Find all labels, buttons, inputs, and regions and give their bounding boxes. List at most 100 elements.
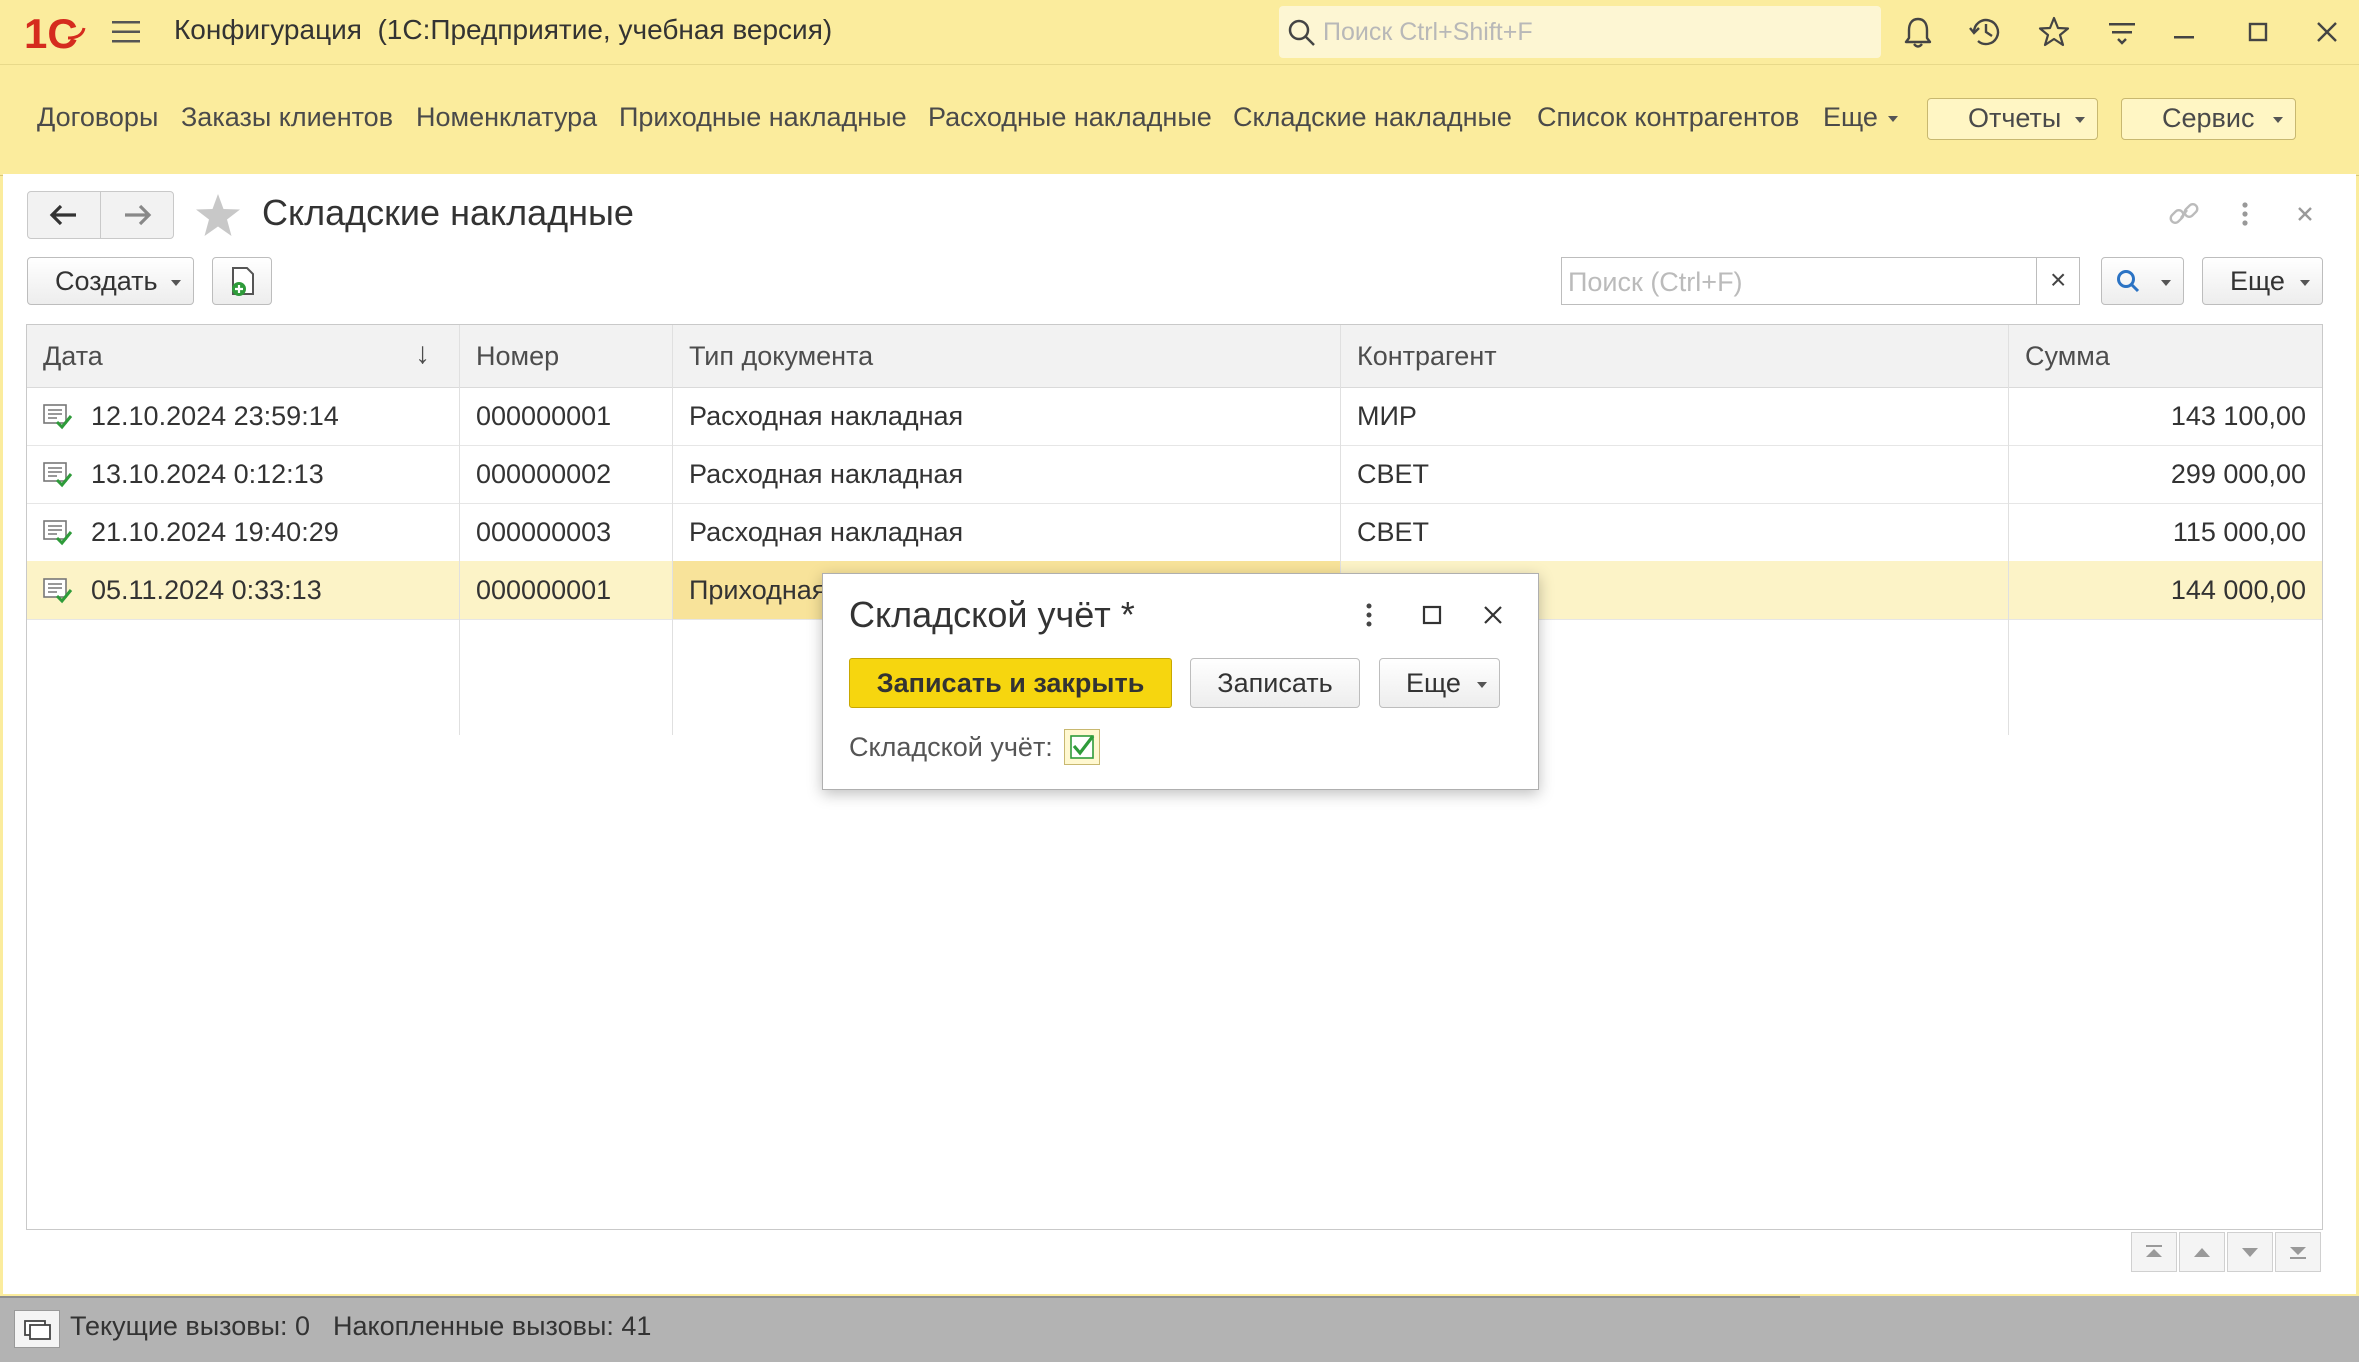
create-button[interactable]: Создать — [27, 257, 194, 305]
column-header-number[interactable]: Номер — [476, 341, 559, 372]
chevron-down-icon — [2300, 280, 2310, 286]
cell-sum: 115 000,00 — [2172, 517, 2306, 547]
column-separator — [459, 325, 460, 735]
table-row[interactable]: 13.10.2024 0:12:13 000000002 Расходная н… — [27, 445, 2322, 504]
close-form-icon[interactable] — [2289, 198, 2321, 230]
logo-text: 1С — [24, 10, 78, 56]
form-title: Складские накладные — [262, 192, 634, 233]
column-header-doc-type[interactable]: Тип документа — [689, 341, 873, 372]
link-icon[interactable] — [2164, 198, 2204, 230]
cell-number: 000000003 — [476, 517, 612, 547]
section-link-counterparties[interactable]: Список контрагентов — [1537, 102, 1799, 133]
reports-button[interactable]: Отчеты — [1927, 98, 2098, 140]
search-options-button[interactable] — [2101, 257, 2184, 305]
cell-date: 21.10.2024 19:40:29 — [91, 517, 339, 547]
accumulated-calls-text: Накопленные вызовы: 41 — [333, 1311, 652, 1341]
column-header-counterparty[interactable]: Контрагент — [1357, 341, 1497, 372]
minimize-icon[interactable] — [2166, 14, 2202, 50]
posted-document-icon — [43, 520, 73, 546]
chevron-down-icon — [2075, 117, 2085, 123]
back-button[interactable] — [27, 191, 101, 239]
section-link-warehouse-invoices[interactable]: Складские накладные — [1233, 102, 1512, 133]
forward-button[interactable] — [100, 191, 174, 239]
create-label: Создать — [55, 266, 158, 296]
scroll-top-icon — [2146, 1245, 2162, 1257]
favorite-star-icon[interactable] — [194, 192, 242, 238]
cell-date: 12.10.2024 23:59:14 — [91, 401, 339, 431]
global-search-placeholder: Поиск Ctrl+Shift+F — [1323, 18, 1533, 46]
arrow-right-icon — [125, 204, 152, 226]
save-and-close-button[interactable]: Записать и закрыть — [849, 658, 1172, 708]
section-link-incoming-invoices[interactable]: Приходные накладные — [619, 102, 907, 133]
checkmark-icon — [1070, 735, 1095, 759]
bell-icon[interactable] — [1900, 14, 1936, 50]
clear-icon: × — [2050, 264, 2067, 295]
hamburger-menu-icon[interactable] — [110, 18, 142, 46]
chevron-down-icon — [2161, 280, 2171, 286]
scroll-down-icon — [2242, 1248, 2258, 1257]
checkbox-label: Складской учёт: — [849, 732, 1053, 762]
save-label: Записать — [1217, 668, 1333, 698]
dialog-more-button[interactable]: Еще — [1379, 658, 1500, 708]
cell-counterparty: МИР — [1357, 401, 1417, 431]
section-more-menu[interactable]: Еще — [1823, 102, 1898, 133]
scroll-down-button[interactable] — [2227, 1232, 2273, 1272]
filter-menu-icon[interactable] — [2104, 14, 2140, 50]
cell-sum: 299 000,00 — [2170, 459, 2306, 489]
close-window-icon[interactable] — [2309, 14, 2345, 50]
cell-doc-type: Расходная накладная — [689, 459, 964, 489]
sort-descending-icon[interactable]: ↓ — [415, 337, 430, 371]
cell-doc-type: Приходная — [689, 575, 827, 605]
more-button[interactable]: Еще — [2202, 257, 2323, 305]
status-panel-button[interactable] — [14, 1310, 60, 1348]
dialog-title: Складской учёт * — [849, 594, 1135, 635]
list-search-placeholder: Поиск (Ctrl+F) — [1568, 267, 1743, 297]
clear-search-button[interactable]: × — [2036, 257, 2080, 305]
section-link-outgoing-invoices[interactable]: Расходные накладные — [928, 102, 1212, 133]
more-label: Еще — [2230, 266, 2285, 296]
cell-number: 000000002 — [476, 459, 612, 489]
column-header-sum[interactable]: Сумма — [2025, 341, 2110, 372]
more-actions-icon[interactable] — [2230, 198, 2260, 230]
chevron-down-icon — [171, 280, 181, 286]
scroll-up-button[interactable] — [2179, 1232, 2225, 1272]
app-logo[interactable]: 1С — [24, 8, 90, 56]
history-icon[interactable] — [1968, 14, 2004, 50]
maximize-icon[interactable] — [2240, 14, 2276, 50]
service-button[interactable]: Сервис — [2121, 98, 2296, 140]
column-separator — [672, 325, 673, 735]
table-row[interactable]: 12.10.2024 23:59:14 000000001 Расходная … — [27, 387, 2322, 446]
table-row[interactable]: 21.10.2024 19:40:29 000000003 Расходная … — [27, 503, 2322, 562]
posted-document-icon — [43, 578, 73, 604]
scroll-to-bottom-button[interactable] — [2275, 1232, 2321, 1272]
table-header: Дата ↓ Номер Тип документа Контрагент Су… — [27, 325, 2322, 388]
scroll-up-icon — [2194, 1248, 2210, 1257]
cell-date: 13.10.2024 0:12:13 — [91, 459, 324, 489]
favorites-star-icon[interactable] — [2036, 14, 2072, 50]
warehouse-accounting-checkbox[interactable] — [1064, 729, 1100, 765]
cell-sum: 143 100,00 — [2170, 401, 2306, 431]
global-search-input[interactable]: Поиск Ctrl+Shift+F — [1279, 6, 1881, 58]
cell-counterparty: СВЕТ — [1357, 459, 1430, 489]
dialog-maximize-icon[interactable] — [1417, 600, 1447, 630]
app-title: Конфигурация (1С:Предприятие, учебная ве… — [174, 14, 833, 45]
chevron-down-icon — [1477, 682, 1487, 688]
cell-number: 000000001 — [476, 401, 612, 431]
status-progress-line — [0, 1296, 1800, 1298]
scroll-to-top-button[interactable] — [2131, 1232, 2177, 1272]
posted-document-icon — [43, 404, 73, 430]
dialog-more-actions-icon[interactable] — [1357, 600, 1381, 630]
dialog-close-icon[interactable] — [1478, 600, 1508, 630]
cell-doc-type: Расходная накладная — [689, 401, 964, 431]
save-and-close-label: Записать и закрыть — [876, 668, 1145, 698]
list-search-input[interactable]: Поиск (Ctrl+F) — [1561, 257, 2037, 305]
column-header-date[interactable]: Дата — [43, 341, 103, 372]
save-button[interactable]: Записать — [1190, 658, 1360, 708]
chevron-down-icon — [2273, 117, 2283, 123]
section-link-contracts[interactable]: Договоры — [37, 102, 158, 133]
column-separator — [2008, 325, 2009, 735]
cell-doc-type: Расходная накладная — [689, 517, 964, 547]
create-copy-button[interactable] — [212, 257, 272, 305]
section-link-client-orders[interactable]: Заказы клиентов — [181, 102, 393, 133]
section-link-nomenclature[interactable]: Номенклатура — [416, 102, 597, 133]
